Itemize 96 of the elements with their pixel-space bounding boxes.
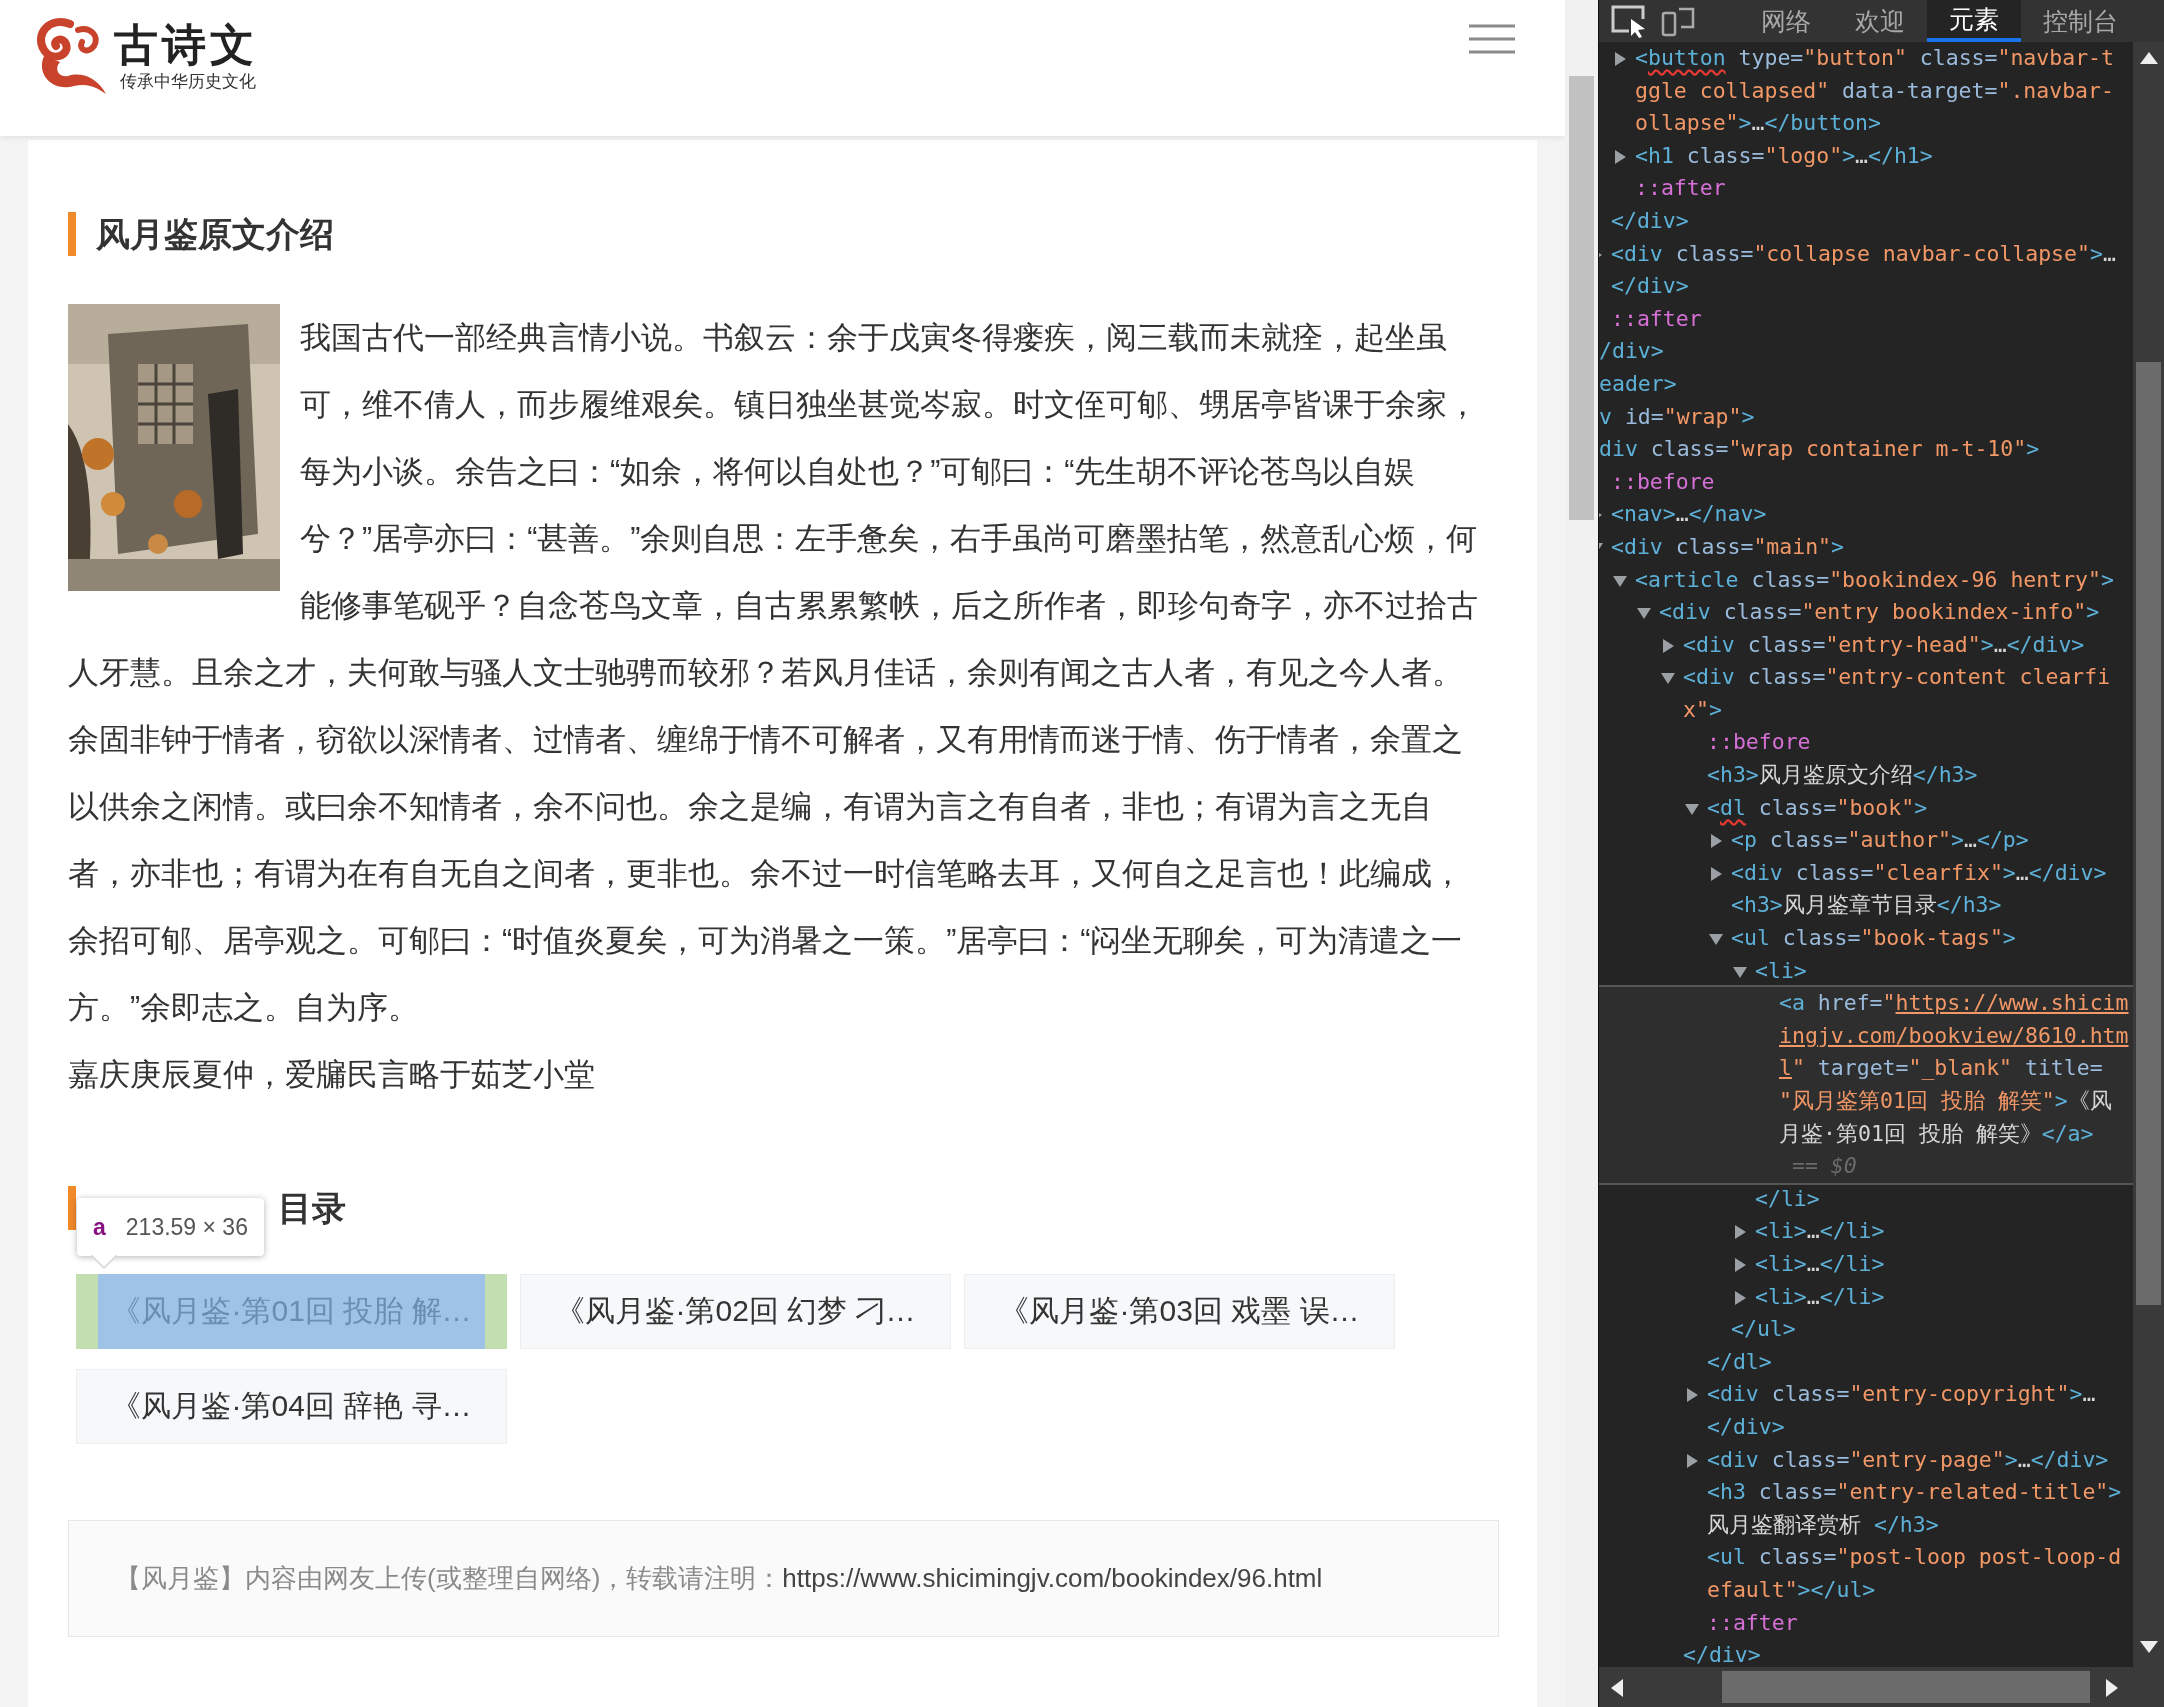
section-heading: 目录	[278, 1188, 346, 1229]
logo-title: 古诗文	[114, 19, 258, 70]
code-line: </li>	[1755, 1185, 1820, 1211]
triangle-icon[interactable]	[1709, 932, 1723, 947]
code-line: <ul class="book-tags">	[1731, 925, 2016, 951]
triangle-icon[interactable]	[1661, 638, 1675, 653]
code-line: 月鉴·第01回 投胎 解笑》</a>	[1779, 1120, 2094, 1146]
code-line: <li>	[1755, 957, 1807, 983]
code-line: </div>	[1707, 1413, 1785, 1439]
code-line: <button type="button" class="navbar-t	[1635, 45, 2114, 70]
code-line: /div>	[1599, 338, 1664, 364]
code-line: 风月鉴翻译赏析 </h3>	[1707, 1511, 1939, 1537]
scrollbar[interactable]	[1599, 1667, 2164, 1707]
chapter-link[interactable]: 《风月鉴·第04回 辞艳 寻…	[76, 1369, 507, 1444]
code-line: <div class="main">	[1611, 533, 1844, 559]
code-line: ingjv.com/bookview/8610.htm	[1779, 1022, 2129, 1048]
scrollbar-thumb[interactable]	[1569, 76, 1594, 520]
triangle-icon[interactable]	[1709, 834, 1723, 849]
element-tag-label: a	[93, 1213, 106, 1241]
code-line: ollapse">…</button>	[1635, 110, 1881, 136]
code-line: <ul class="post-loop post-loop-d	[1707, 1544, 2122, 1570]
code-line: ::before	[1611, 468, 1715, 494]
code-line: <li>…</li>	[1755, 1283, 1885, 1309]
paragraph: 我国古代一部经典言情小说。书叙云：余于戊寅冬得瘘疾，阅三载而未就痊，起坐虽可，维不倩人，而步履维艰矣。镇日独坐甚觉岑寂。时文侄可郇、甥居亭皆课于余家，每为小谈。余告之曰：“如余，将何以自处也？”可郇曰：“先生胡不评论苍鸟以自娱兮？”居亭亦曰：“甚善。”余则自思：左手惫矣，右手虽尚可磨墨拈笔，然意乱心烦，何能修事笔砚乎？自念苍鸟文章，自古累累繁帙，后之所作者，即珍句奇字，亦不过拾古人牙慧。且余之才，夫何敢与骚人文士驰骋而较邪？若风月佳话，余则有闻之古人者，有见之今人者。余固非钟于情者，窃欲以深情者、过情者、缠绵于情不可解者，又有用情而迷于情、伤于情者，余置之以供余之闲情。或曰余不知情者，余不问也。余之是编，有谓为言之有自者，非也；有谓为言之无自者，亦非也；有谓为在有自无自之间者，更非也。余不过一时信笔略去耳，又何自之足言也！此编成，余招可郇、居亭观之。可郇曰：“时值炎夏矣，可为消暑之一策。”居亭曰：“闷坐无聊矣，可为清遣之一方。”余即志之。自为序。	[68, 319, 1479, 1026]
code-line: == $0	[1790, 1153, 1857, 1179]
triangle-icon[interactable]	[1685, 801, 1699, 816]
scroll-up-icon[interactable]	[2140, 52, 2158, 64]
code-line: l" target="_blank" title=	[1779, 1055, 2103, 1081]
code-line: ggle collapsed" data-target=".navbar-	[1635, 77, 2114, 103]
section-heading: 风月鉴原文介绍	[68, 212, 1487, 256]
code-line: <h3>风月鉴章节目录</h3>	[1731, 892, 2002, 918]
chapter-link[interactable]: 《风月鉴·第02回 幻梦 刁…	[520, 1274, 951, 1349]
triangle-icon[interactable]	[1685, 1453, 1699, 1468]
code-line: </dl>	[1707, 1348, 1772, 1374]
code-line: "风月鉴第01回 投胎 解笑">《风	[1779, 1088, 2112, 1113]
devtools-tab[interactable]: 网络	[1739, 0, 1833, 42]
code-line: ::after	[1707, 1609, 1798, 1635]
code-line: </ul>	[1731, 1316, 1796, 1342]
code-line: <h1 class="logo">…</h1>	[1635, 142, 1933, 168]
code-line: x">	[1683, 696, 1722, 722]
triangle-icon[interactable]	[1733, 1257, 1747, 1272]
selected-node-highlight[interactable]: <a href="https://www.shicim ingjv.com/bookview/8610.htm l" target="_blank" title= "风月鉴第01回 投胎 解笑">《风 月鉴·第01回 投胎 解笑》</a> == $0	[1599, 985, 2133, 1185]
code-line: <p class="author">…</p>	[1731, 827, 2029, 853]
code-line: <div class="entry-page">…</div>	[1707, 1446, 2109, 1472]
code-line: <div class="collapse navbar-collapse">…	[1611, 240, 2116, 266]
scrollbar-thumb[interactable]	[2136, 362, 2161, 1305]
chapter-link[interactable]: 《风月鉴·第03回 戏墨 误…	[964, 1274, 1395, 1349]
code-line: </div>	[1683, 1642, 1761, 1667]
code-line: <div class="entry-content clearfi	[1683, 664, 2111, 690]
triangle-icon[interactable]	[1733, 964, 1747, 979]
devtools-tab[interactable]: 控制台	[2021, 0, 2140, 42]
devtools-tab[interactable]: 元素	[1927, 0, 2021, 42]
element-size-label: 213.59 × 36	[125, 1213, 248, 1241]
triangle-icon[interactable]	[1613, 573, 1627, 588]
triangle-icon[interactable]	[1685, 1388, 1699, 1403]
code-line: <li>…</li>	[1755, 1250, 1885, 1276]
code-line: <dl class="book">	[1707, 794, 1928, 820]
code-line: ::after	[1611, 305, 1702, 331]
triangle-icon[interactable]	[1733, 1225, 1747, 1240]
code-line: ::after	[1635, 175, 1726, 201]
scrollbar[interactable]	[2133, 42, 2164, 1667]
accent-bar	[68, 1186, 76, 1230]
code-line: <h3>风月鉴原文介绍</h3>	[1707, 762, 1978, 788]
scroll-left-icon[interactable]	[1611, 1679, 1623, 1697]
code-line: <h3 class="entry-related-title">	[1707, 1479, 2122, 1505]
code-line: <div class="clearfix">…</div>	[1731, 859, 2107, 885]
code-line: <article class="bookindex-96 hentry">	[1635, 566, 2114, 592]
code-line: <li>…</li>	[1755, 1218, 1885, 1244]
copyright-notice: 【风月鉴】内容由网友上传(或整理自网络)，转载请注明：	[115, 1562, 783, 1595]
code-line: <div class="entry-head">…</div>	[1683, 631, 2085, 657]
triangle-icon[interactable]	[1733, 1290, 1747, 1305]
scroll-down-icon[interactable]	[2140, 1641, 2158, 1653]
code-line: ::before	[1707, 729, 1811, 755]
scrollbar[interactable]	[1565, 0, 1598, 1707]
triangle-icon[interactable]	[1709, 866, 1723, 881]
code-line: <div class="entry-copyright">…	[1707, 1381, 2096, 1407]
triangle-icon[interactable]	[1637, 606, 1651, 621]
code-line: <div class="entry bookindex-info">	[1659, 599, 2100, 625]
code-line: v id="wrap">	[1599, 403, 1755, 429]
code-line: efault"></ul>	[1707, 1576, 1876, 1602]
scrollbar-thumb[interactable]	[1722, 1671, 2090, 1703]
code-line: <nav>…</nav>	[1611, 501, 1767, 527]
menu-icon[interactable]	[1469, 24, 1515, 54]
scroll-right-icon[interactable]	[2106, 1679, 2118, 1697]
triangle-icon[interactable]	[1613, 149, 1627, 164]
triangle-icon[interactable]	[1613, 52, 1627, 66]
code-line: div class="wrap container m-t-10">	[1599, 436, 2040, 462]
code-line: </div>	[1611, 207, 1689, 233]
devtools-tab[interactable]: 欢迎	[1833, 0, 1927, 42]
code-line: </div>	[1611, 273, 1689, 299]
logo-slogan: 传承中华历史文化	[120, 70, 257, 93]
source-link[interactable]: https://www.shicimingjv.com/bookindex/96.html	[782, 1563, 1323, 1594]
paragraph: 嘉庆庚辰夏仲，爱牖民言略于茹芝小堂	[68, 1056, 596, 1093]
triangle-icon[interactable]	[1661, 671, 1675, 686]
code-line: <a href="https://www.shicim	[1779, 990, 2129, 1016]
code-line: eader>	[1599, 370, 1677, 396]
